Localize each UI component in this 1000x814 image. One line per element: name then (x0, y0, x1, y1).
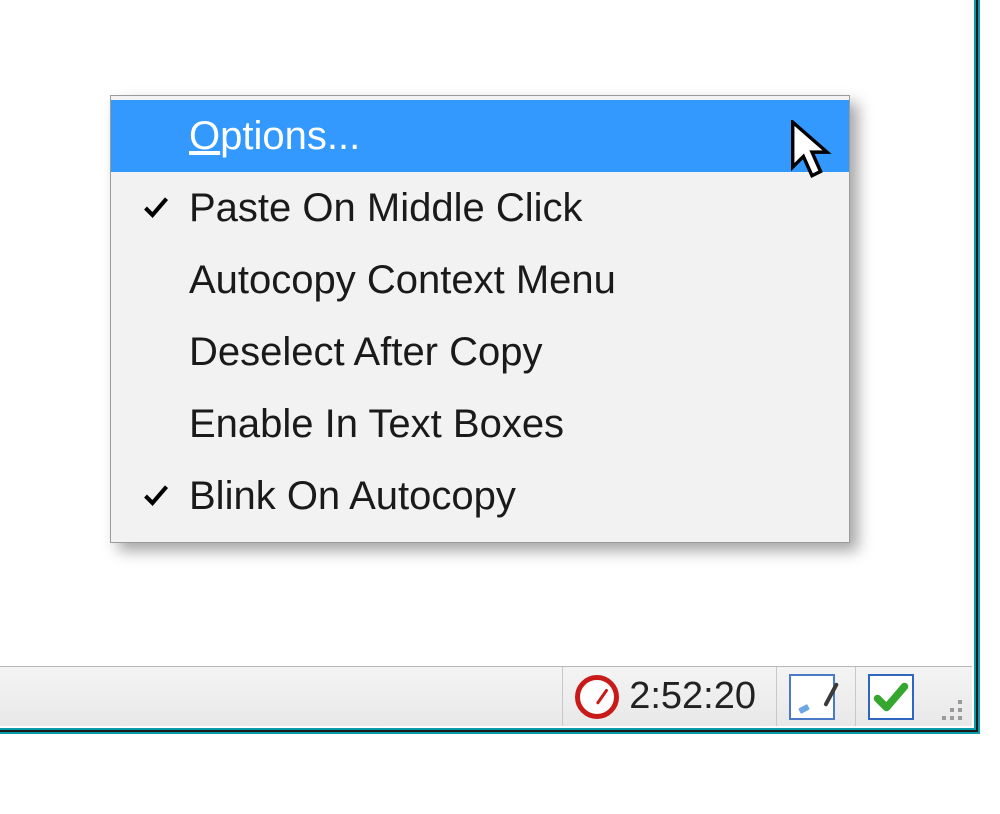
menu-item-label: Autocopy Context Menu (179, 258, 849, 303)
status-paint-section[interactable] (776, 667, 847, 726)
check-icon (133, 482, 179, 510)
menu-item-paste-middle-click[interactable]: Paste On Middle Click (111, 172, 849, 244)
menu-item-label: Blink On Autocopy (179, 474, 849, 519)
menu-item-label: Deselect After Copy (179, 330, 849, 375)
checkmark-shield-icon (868, 674, 914, 720)
menu-item-blink-on-autocopy[interactable]: Blink On Autocopy (111, 460, 849, 532)
menu-item-enable-in-text-boxes[interactable]: Enable In Text Boxes (111, 388, 849, 460)
menu-item-deselect-after-copy[interactable]: Deselect After Copy (111, 316, 849, 388)
status-bar: 2:52:20 (0, 666, 972, 726)
resize-grip[interactable] (934, 692, 964, 722)
menu-item-autocopy-context-menu[interactable]: Autocopy Context Menu (111, 244, 849, 316)
status-timer-section: 2:52:20 (562, 667, 768, 726)
menu-item-label: Enable In Text Boxes (179, 402, 849, 447)
autocopy-context-menu: Options... Paste On Middle Click Autocop… (110, 95, 850, 543)
menu-item-label: Options... (179, 114, 849, 159)
check-icon (133, 194, 179, 222)
status-shield-section[interactable] (855, 667, 926, 726)
stopwatch-icon[interactable] (575, 675, 619, 719)
menu-item-label: Paste On Middle Click (179, 186, 849, 231)
paintbrush-icon (789, 674, 835, 720)
menu-item-options[interactable]: Options... (111, 100, 849, 172)
timer-text: 2:52:20 (629, 675, 756, 718)
